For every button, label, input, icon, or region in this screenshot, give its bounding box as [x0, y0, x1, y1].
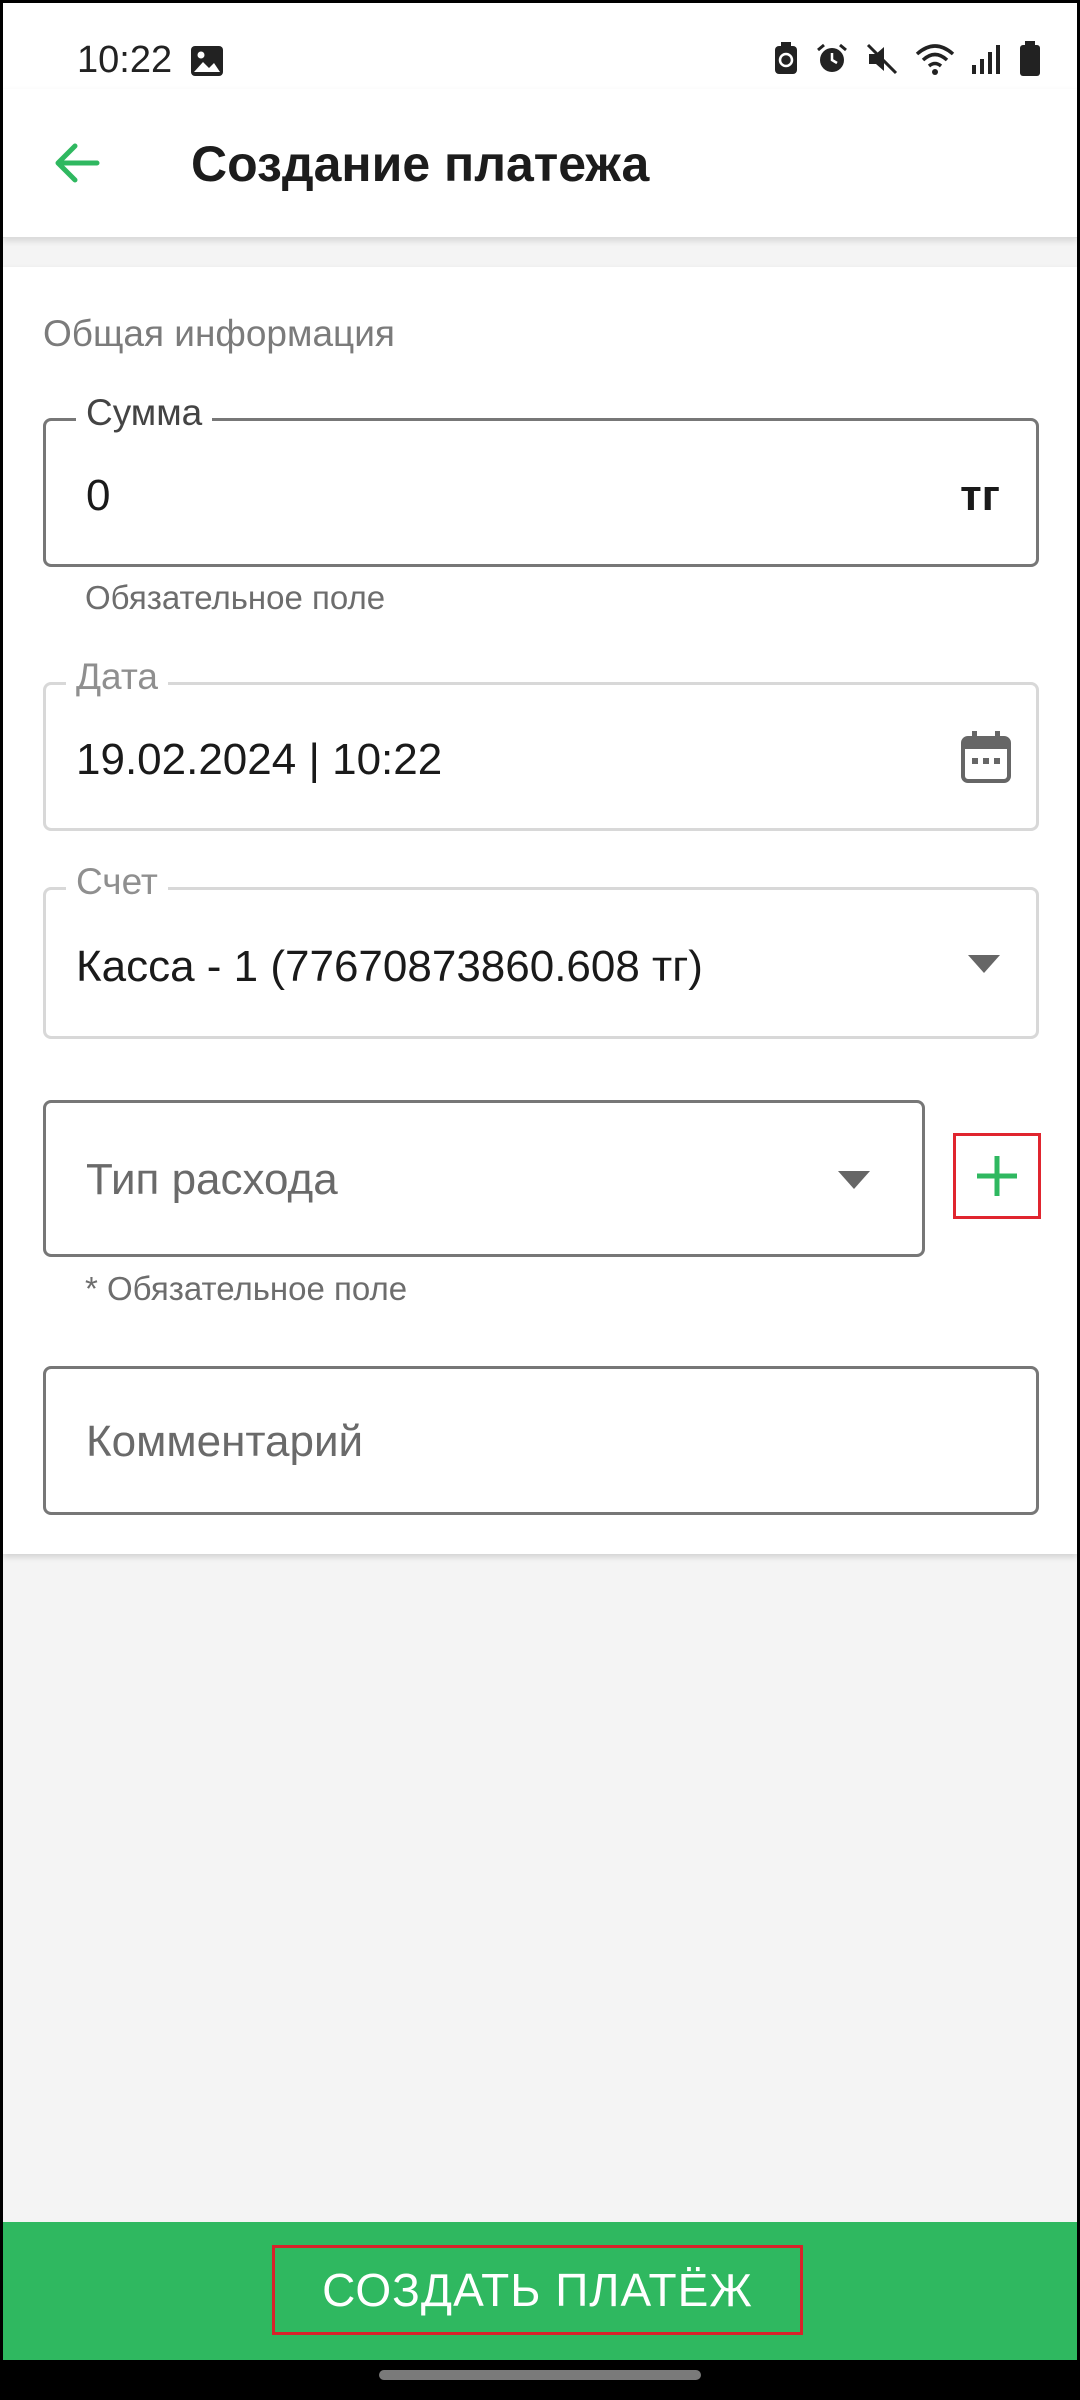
screen: 10:22 Создание платежа Общая информация …	[3, 3, 1077, 2397]
app-bar: Создание платежа	[3, 89, 1077, 238]
account-select[interactable]: Счет Касса - 1 (77670873860.608 тг)	[43, 860, 1039, 1039]
mute-icon	[865, 42, 899, 81]
system-nav-bar	[3, 2360, 1077, 2397]
amount-field[interactable]: Сумма 0 тг	[43, 391, 1039, 567]
date-label: Дата	[66, 655, 168, 699]
currency-label: тг	[960, 471, 1000, 520]
plus-icon	[975, 1154, 1019, 1203]
signal-icon	[971, 43, 1003, 80]
dropdown-caret-icon	[968, 955, 1000, 973]
comment-placeholder: Комментарий	[86, 1417, 364, 1466]
alarm-icon	[815, 42, 849, 81]
amount-value: 0	[86, 471, 111, 520]
amount-label: Сумма	[76, 391, 213, 435]
battery-saver-icon	[773, 42, 799, 81]
dropdown-caret-icon	[838, 1171, 870, 1189]
status-bar: 10:22	[3, 3, 1077, 89]
battery-icon	[1019, 41, 1041, 82]
add-expense-type-button[interactable]	[953, 1133, 1041, 1219]
photo-icon	[190, 45, 224, 82]
wifi-icon	[915, 42, 955, 81]
page-title: Создание платежа	[191, 136, 650, 192]
expense-type-placeholder: Тип расхода	[86, 1155, 338, 1204]
calendar-icon[interactable]	[960, 730, 1012, 789]
account-label: Счет	[66, 860, 168, 904]
expense-type-helper: * Обязательное поле	[85, 1270, 408, 1307]
status-icons	[773, 41, 1041, 82]
expense-type-select[interactable]: Тип расхода	[43, 1100, 925, 1257]
section-title: Общая информация	[43, 313, 395, 354]
create-payment-button[interactable]: СОЗДАТЬ ПЛАТЁЖ	[272, 2245, 803, 2335]
bottom-action-bar: СОЗДАТЬ ПЛАТЁЖ	[3, 2222, 1077, 2360]
date-value: 19.02.2024 | 10:22	[76, 735, 443, 784]
arrow-left-icon[interactable]	[47, 133, 107, 193]
status-time: 10:22	[77, 39, 173, 81]
date-field[interactable]: Дата 19.02.2024 | 10:22	[43, 655, 1039, 831]
amount-helper: Обязательное поле	[85, 579, 386, 616]
form-card: Общая информация Сумма 0 тг Обязательное…	[3, 267, 1077, 1554]
home-gesture-handle[interactable]	[379, 2370, 701, 2380]
account-value: Касса - 1 (77670873860.608 тг)	[76, 942, 703, 991]
comment-input[interactable]: Комментарий	[43, 1366, 1039, 1515]
